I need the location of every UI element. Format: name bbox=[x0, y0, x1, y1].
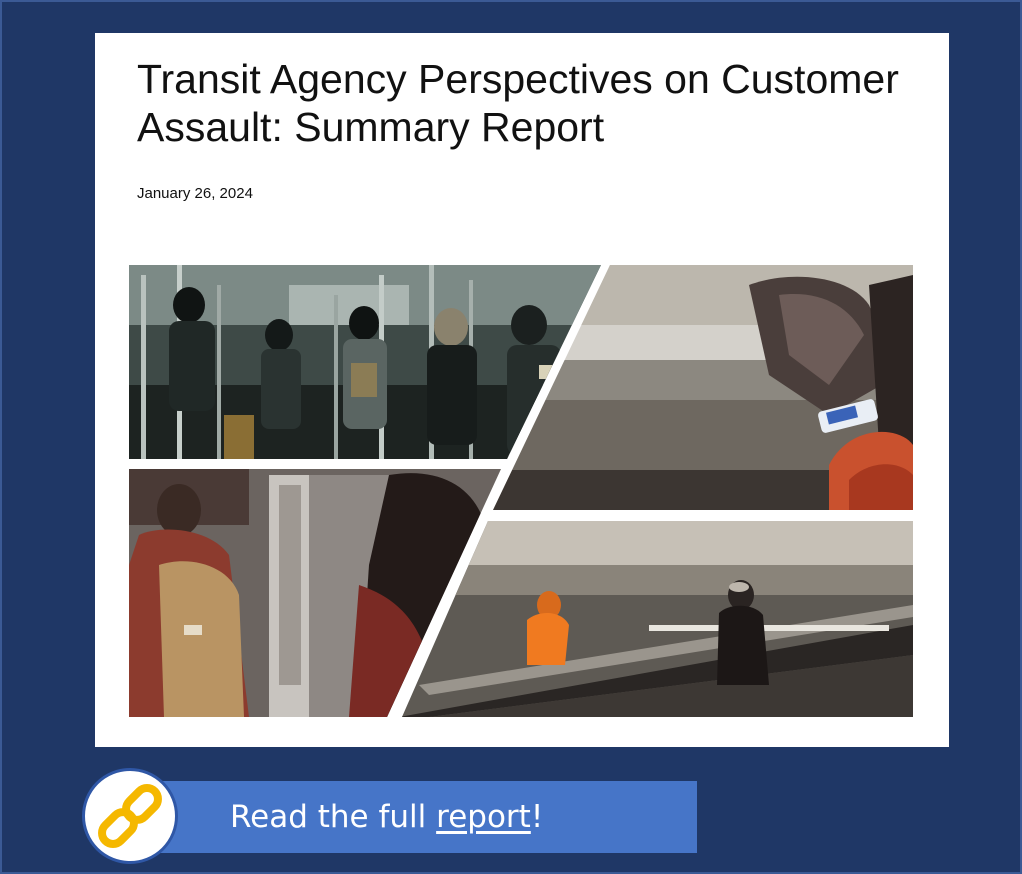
page-background: Transit Agency Perspectives on Customer … bbox=[0, 0, 1022, 874]
report-title: Transit Agency Perspectives on Customer … bbox=[137, 56, 899, 150]
report-link[interactable]: report bbox=[436, 799, 531, 835]
read-report-banner[interactable]: Read the full report! bbox=[142, 781, 697, 853]
read-report-text: Read the full report! bbox=[230, 781, 543, 853]
cta-prefix: Read the full bbox=[230, 799, 437, 835]
report-cover-card: Transit Agency Perspectives on Customer … bbox=[95, 33, 949, 747]
cta-suffix: ! bbox=[530, 799, 544, 835]
report-date: January 26, 2024 bbox=[137, 185, 253, 202]
chain-link-icon[interactable] bbox=[82, 768, 178, 864]
escalator-photo bbox=[402, 521, 913, 717]
cover-image bbox=[129, 265, 913, 717]
